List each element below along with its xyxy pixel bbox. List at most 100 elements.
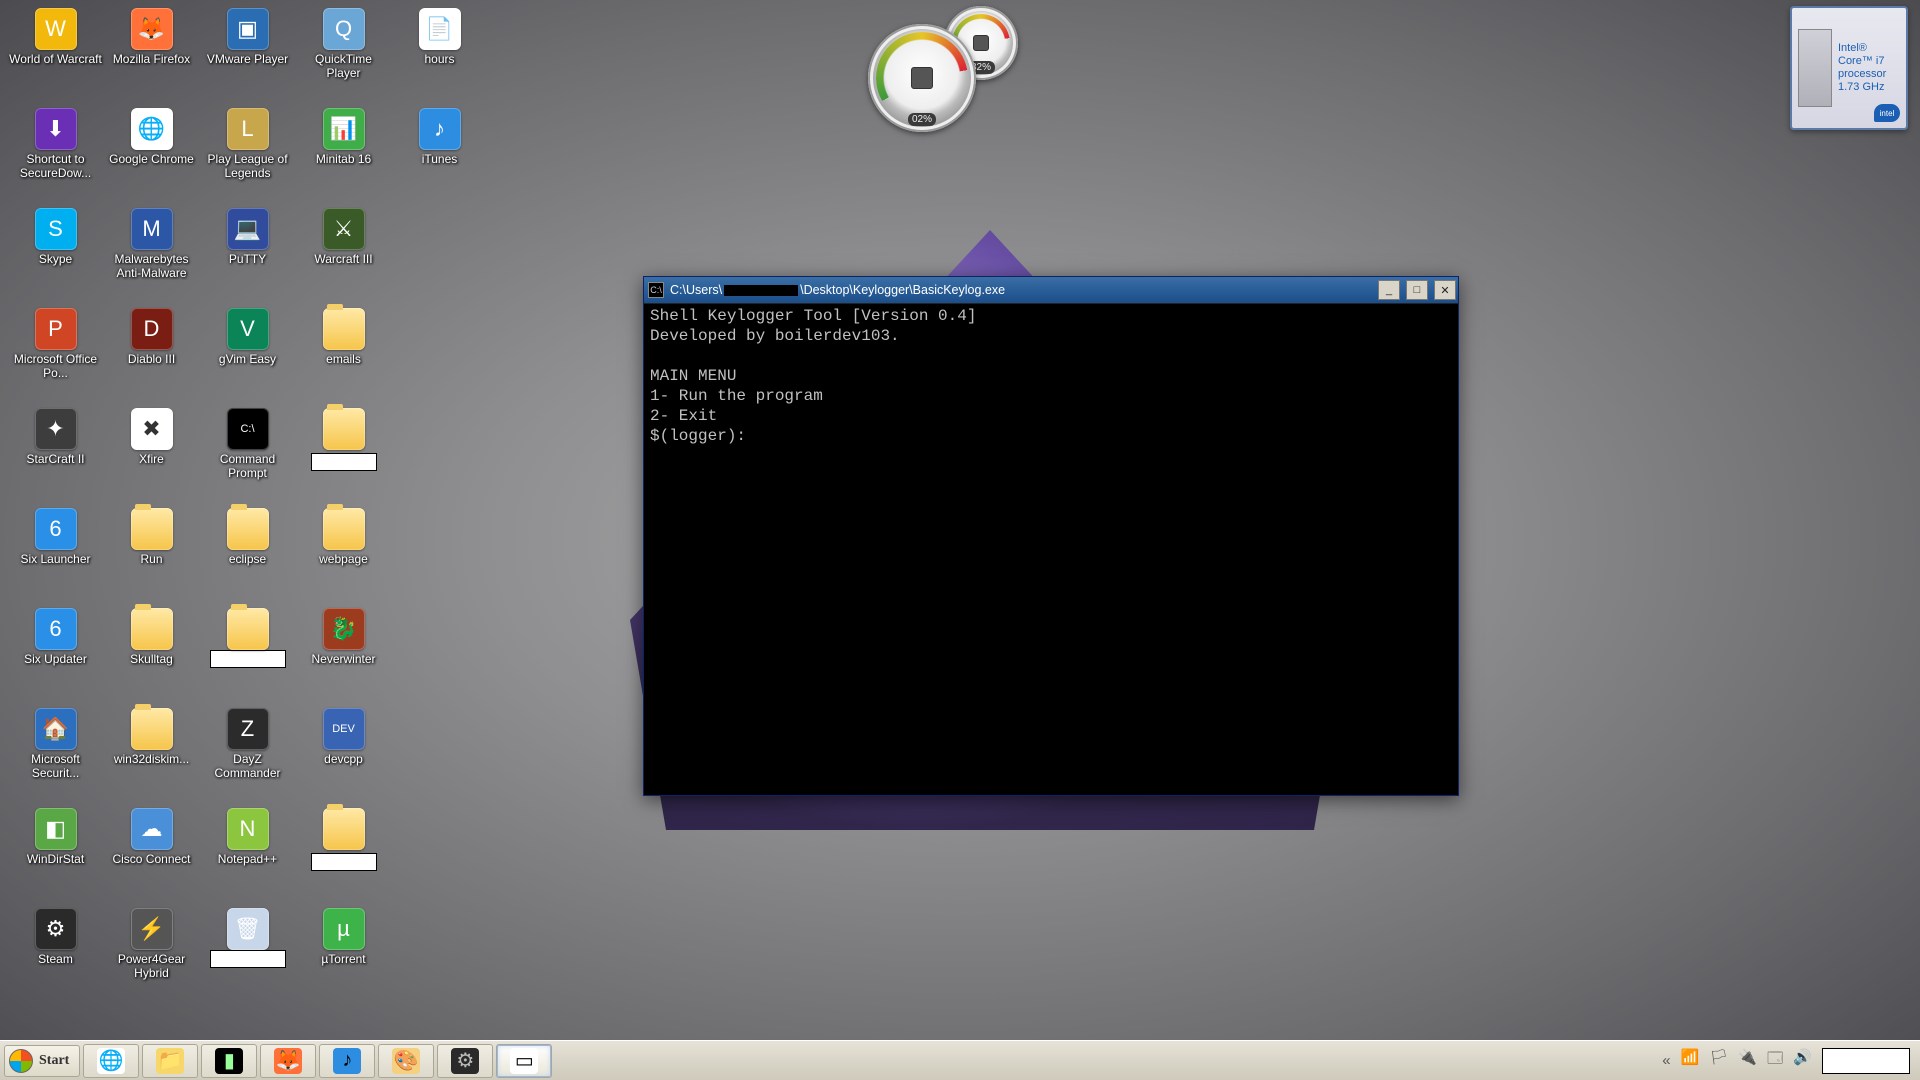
desktop-icon-redacted[interactable]	[200, 608, 295, 668]
taskbar-button-console-active[interactable]: ▭	[496, 1044, 552, 1078]
desktop-icon-redacted[interactable]	[296, 808, 391, 871]
tray-chevron-icon[interactable]: «	[1662, 1052, 1670, 1069]
desktop-icon-xfire[interactable]: ✖Xfire	[104, 408, 199, 467]
taskbar-button-steam[interactable]: ⚙	[437, 1044, 493, 1078]
desktop-icon-emails[interactable]: emails	[296, 308, 391, 367]
desktop-icon-microsoft-office-po[interactable]: PMicrosoft Office Po...	[8, 308, 103, 381]
system-tray[interactable]: « 📶 🏳 🔌 🗔 🔊	[1656, 1048, 1916, 1074]
app-icon: 🏠	[35, 708, 77, 750]
close-button[interactable]: ✕	[1434, 280, 1456, 300]
desktop-icon-devcpp[interactable]: DEVdevcpp	[296, 708, 391, 767]
console-titlebar[interactable]: C:\ C:\Users\\Desktop\Keylogger\BasicKey…	[644, 277, 1458, 303]
chrome-icon: 🌐	[97, 1048, 125, 1074]
taskbar-button-firefox[interactable]: 🦊	[260, 1044, 316, 1078]
desktop-icon-label: Cisco Connect	[112, 853, 190, 867]
desktop-icon-webpage[interactable]: webpage	[296, 508, 391, 567]
cpu-die-icon	[1798, 29, 1832, 107]
minimize-button[interactable]: _	[1378, 280, 1400, 300]
desktop-icon-torrent[interactable]: µµTorrent	[296, 908, 391, 967]
app-icon: DEV	[323, 708, 365, 750]
desktop-icon-vmware-player[interactable]: ▣VMware Player	[200, 8, 295, 67]
desktop-icon-run[interactable]: Run	[104, 508, 199, 567]
desktop-icon-six-launcher[interactable]: 6Six Launcher	[8, 508, 103, 567]
app-icon: Z	[227, 708, 269, 750]
app-icon: ⚙	[35, 908, 77, 950]
tray-icon-1[interactable]: 🏳	[1709, 1048, 1728, 1073]
desktop-icon-gvim-easy[interactable]: VgVim Easy	[200, 308, 295, 367]
app-icon: S	[35, 208, 77, 250]
console-window[interactable]: C:\ C:\Users\\Desktop\Keylogger\BasicKey…	[643, 276, 1459, 796]
desktop-icon-warcraft-iii[interactable]: ⚔Warcraft III	[296, 208, 391, 267]
tray-clock[interactable]	[1822, 1048, 1910, 1074]
console-body[interactable]: Shell Keylogger Tool [Version 0.4] Devel…	[644, 303, 1458, 795]
desktop-icon-skulltag[interactable]: Skulltag	[104, 608, 199, 667]
console-icon: C:\	[648, 282, 664, 298]
taskbar-button-paint[interactable]: 🎨	[378, 1044, 434, 1078]
windows-orb-icon	[9, 1049, 33, 1073]
desktop-icon-power4gear-hybrid[interactable]: ⚡Power4Gear Hybrid	[104, 908, 199, 981]
taskbar-button-chrome[interactable]: 🌐	[83, 1044, 139, 1078]
desktop-icon-play-league-of-legends[interactable]: LPlay League of Legends	[200, 108, 295, 181]
desktop-icon-command-prompt[interactable]: C:\Command Prompt	[200, 408, 295, 481]
desktop-icon-redacted[interactable]: 🗑	[200, 908, 295, 968]
desktop-icon-malwarebytes-anti-malware[interactable]: MMalwarebytes Anti-Malware	[104, 208, 199, 281]
app-icon: 6	[35, 608, 77, 650]
tray-icon-4[interactable]: 🔊	[1793, 1048, 1812, 1073]
folder-icon	[227, 608, 269, 650]
desktop-icon-starcraft-ii[interactable]: ✦StarCraft II	[8, 408, 103, 467]
cpu-meter-gadget[interactable]: 32% 02%	[868, 6, 1028, 126]
desktop-icon-skype[interactable]: SSkype	[8, 208, 103, 267]
desktop-icon-putty[interactable]: 💻PuTTY	[200, 208, 295, 267]
desktop-icon-shortcut-to-securedow[interactable]: ⬇Shortcut to SecureDow...	[8, 108, 103, 181]
desktop-icon-label: iTunes	[422, 153, 458, 167]
gauge-big-reading: 02%	[908, 113, 936, 126]
taskbar-button-explorer[interactable]: 📁	[142, 1044, 198, 1078]
explorer-icon: 📁	[156, 1048, 184, 1074]
desktop-icon-notepad[interactable]: NNotepad++	[200, 808, 295, 867]
maximize-button[interactable]: □	[1406, 280, 1428, 300]
desktop-icon-neverwinter[interactable]: 🐉Neverwinter	[296, 608, 391, 667]
desktop-icon-steam[interactable]: ⚙Steam	[8, 908, 103, 967]
gauge-big: 02%	[868, 24, 976, 132]
app-icon: ⚔	[323, 208, 365, 250]
taskbar[interactable]: Start 🌐 📁 ▮ 🦊♪🎨⚙▭ « 📶 🏳 🔌 🗔 🔊	[0, 1040, 1920, 1080]
desktop-icon-diablo-iii[interactable]: DDiablo III	[104, 308, 199, 367]
desktop-icon-windirstat[interactable]: ◧ WinDirStat	[8, 808, 103, 867]
redacted-label	[210, 950, 286, 968]
desktop-icon-six-updater[interactable]: 6Six Updater	[8, 608, 103, 667]
app-icon: L	[227, 108, 269, 150]
desktop-icon-mozilla-firefox[interactable]: 🦊Mozilla Firefox	[104, 8, 199, 67]
intel-logo-icon: intel	[1874, 104, 1900, 122]
app-icon: ◧	[35, 808, 77, 850]
app-icon: P	[35, 308, 77, 350]
desktop-icon-label: Run	[140, 553, 162, 567]
desktop-icon-label: gVim Easy	[219, 353, 276, 367]
desktop-icon-world-of-warcraft[interactable]: WWorld of Warcraft	[8, 8, 103, 67]
app-icon: C:\	[227, 408, 269, 450]
tray-icon-3[interactable]: 🗔	[1767, 1048, 1783, 1073]
taskbar-button-cmd[interactable]: ▮	[201, 1044, 257, 1078]
console-title-text: C:\Users\\Desktop\Keylogger\BasicKeylog.…	[670, 283, 1005, 297]
desktop-icon-dayz-commander[interactable]: ZDayZ Commander	[200, 708, 295, 781]
cpu-badge-gadget[interactable]: Intel® Core™ i7 processor 1.73 GHz intel	[1790, 6, 1908, 130]
tray-icon-0[interactable]: 📶	[1681, 1048, 1700, 1073]
desktop-icon-label: webpage	[319, 553, 368, 567]
desktop-icon-microsoft-securit[interactable]: 🏠Microsoft Securit...	[8, 708, 103, 781]
redacted-label	[311, 453, 377, 471]
desktop-icon-quicktime-player[interactable]: QQuickTime Player	[296, 8, 391, 81]
desktop-icon-hours[interactable]: 📄hours	[392, 8, 487, 67]
desktop-icon-label: emails	[326, 353, 361, 367]
desktop-icon-minitab-16[interactable]: 📊Minitab 16	[296, 108, 391, 167]
desktop-icon-redacted[interactable]	[296, 408, 391, 471]
desktop-icon-eclipse[interactable]: eclipse	[200, 508, 295, 567]
desktop-icon-win32diskim[interactable]: win32diskim...	[104, 708, 199, 767]
desktop-icon-itunes[interactable]: ♪iTunes	[392, 108, 487, 167]
desktop-icon-label: Notepad++	[218, 853, 277, 867]
desktop-icon-label: WinDirStat	[27, 853, 84, 867]
desktop-icon-cisco-connect[interactable]: ☁Cisco Connect	[104, 808, 199, 867]
tray-icon-2[interactable]: 🔌	[1738, 1048, 1757, 1073]
start-button[interactable]: Start	[4, 1045, 80, 1077]
cmd-icon: ▮	[215, 1048, 243, 1074]
taskbar-button-itunes[interactable]: ♪	[319, 1044, 375, 1078]
desktop-icon-google-chrome[interactable]: 🌐Google Chrome	[104, 108, 199, 167]
